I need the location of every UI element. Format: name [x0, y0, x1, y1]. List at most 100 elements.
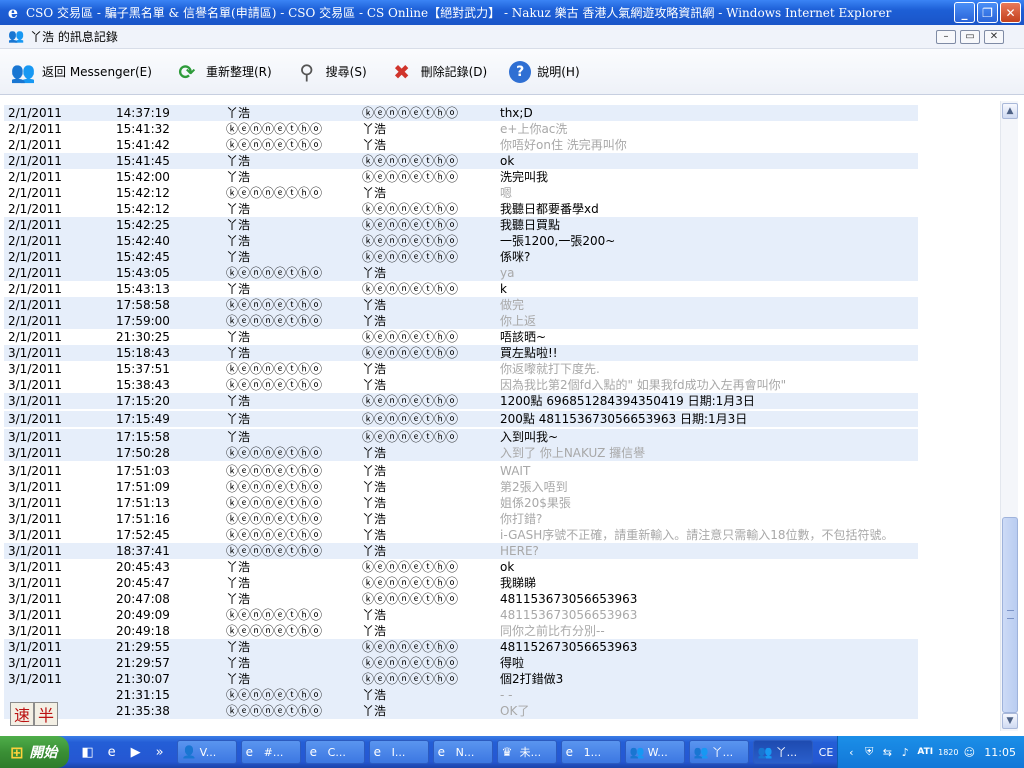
log-recipient: ⓚⓔⓝⓝⓔⓣⓗⓞ — [362, 234, 459, 248]
log-sender: ⓚⓔⓝⓝⓔⓣⓗⓞ — [226, 608, 323, 622]
network-icon[interactable]: ⇆ — [880, 745, 894, 759]
taskbar-item[interactable]: 👥 丫... — [688, 740, 749, 764]
log-time: 15:41:42 — [116, 138, 170, 152]
log-time: 15:42:12 — [116, 202, 170, 216]
restore-button[interactable]: ❐ — [977, 2, 998, 23]
log-sender: 丫浩 — [226, 412, 251, 426]
ie-icon: e — [309, 745, 318, 759]
taskbar-item-label: 丫... — [711, 746, 734, 759]
messenger-tray-icon[interactable]: ☺ — [962, 745, 976, 759]
minimize-button[interactable]: _ — [954, 2, 975, 23]
log-row: 2/1/2011 15:43:05 ⓚⓔⓝⓝⓔⓣⓗⓞ 丫浩 ya — [4, 265, 918, 281]
toolbar: 👥 返回 Messenger(E) ⟳ 重新整理(R) ⚲ 搜尋(S) ✖ 刪除… — [0, 49, 1024, 95]
chevron-left-icon[interactable]: ‹ — [844, 745, 858, 759]
taskbar-item[interactable]: e I... — [368, 740, 429, 764]
start-button[interactable]: ⊞ 開始 — [0, 736, 69, 768]
log-message: i-GASH序號不正確，請重新輸入。請注意只需輸入18位數，不包括符號。 — [500, 528, 894, 542]
log-row: 3/1/2011 20:47:08 丫浩 ⓚⓔⓝⓝⓔⓣⓗⓞ 48115367305665… — [4, 591, 918, 607]
log-date: 3/1/2011 — [8, 672, 62, 686]
taskbar-item[interactable]: ♛ 未... — [496, 740, 557, 764]
ie-icon[interactable]: e — [103, 743, 121, 761]
ati-icon[interactable]: ATI — [916, 745, 934, 759]
media-player-icon[interactable]: ▶ — [127, 743, 145, 761]
log-message: ok — [500, 154, 515, 168]
game-icon: ♛ — [501, 745, 513, 759]
language-indicator[interactable]: CE — [819, 746, 834, 759]
log-message: 買左點啦!! — [500, 346, 558, 360]
log-sender: 丫浩 — [226, 430, 251, 444]
show-desktop-icon[interactable]: ◧ — [79, 743, 97, 761]
log-recipient: ⓚⓔⓝⓝⓔⓣⓗⓞ — [362, 202, 459, 216]
user-icon: 👤 — [181, 745, 197, 759]
log-sender: ⓚⓔⓝⓝⓔⓣⓗⓞ — [226, 688, 323, 702]
log-time: 15:41:45 — [116, 154, 170, 168]
log-scrollbar[interactable]: ▲ ▼ — [1000, 101, 1018, 731]
log-recipient: 丫浩 — [362, 528, 387, 542]
log-sender: 丫浩 — [226, 394, 251, 408]
log-message: 一張1200,一張200~ — [500, 234, 616, 248]
log-date: 2/1/2011 — [8, 250, 62, 264]
log-time: 17:52:45 — [116, 528, 170, 542]
log-recipient: ⓚⓔⓝⓝⓔⓣⓗⓞ — [362, 346, 459, 360]
log-recipient: 丫浩 — [362, 362, 387, 376]
log-message: - - — [500, 688, 513, 702]
log-time: 20:49:09 — [116, 608, 170, 622]
log-recipient: ⓚⓔⓝⓝⓔⓣⓗⓞ — [362, 106, 459, 120]
window-titlebar: e CSO 交易區 - 騙子黑名單 & 信譽名單(申請區) - CSO 交易區 … — [0, 0, 1024, 25]
help-button[interactable]: ? 說明(H) — [507, 55, 581, 89]
log-date: 3/1/2011 — [8, 496, 62, 510]
help-label: 說明(H) — [537, 65, 580, 79]
clock[interactable]: 11:05 — [984, 746, 1016, 759]
resolution-badge[interactable]: 1820 — [938, 745, 958, 759]
search-button[interactable]: ⚲ 搜尋(S) — [292, 55, 369, 89]
taskbar-item[interactable]: 👥 丫... — [752, 740, 813, 764]
ie-icon: e — [245, 745, 254, 759]
log-row: 3/1/2011 20:45:47 丫浩 ⓚⓔⓝⓝⓔⓣⓗⓞ 我睇睇 — [4, 575, 918, 591]
taskbar-item[interactable]: 👥 W... — [624, 740, 685, 764]
taskbar-item[interactable]: e 1... — [560, 740, 621, 764]
dialog-close-button[interactable]: ✕ — [984, 29, 1004, 44]
taskbar-item[interactable]: e C... — [304, 740, 365, 764]
log-row: 3/1/2011 17:51:13 ⓚⓔⓝⓝⓔⓣⓗⓞ 丫浩 姐係20$果張 — [4, 495, 918, 511]
close-button[interactable]: ✕ — [1000, 2, 1021, 23]
security-icon[interactable]: ⛨ — [862, 745, 876, 759]
ime-speed-button[interactable]: 速 — [10, 702, 34, 726]
delete-history-button[interactable]: ✖ 刪除記錄(D) — [387, 55, 490, 89]
ime-halfwidth-button[interactable]: 半 — [34, 702, 58, 726]
taskbar-item-label: #... — [263, 745, 284, 759]
log-recipient: 丫浩 — [362, 266, 387, 280]
log-time: 15:43:05 — [116, 266, 170, 280]
log-date: 2/1/2011 — [8, 106, 62, 120]
log-row: 2/1/2011 15:42:12 丫浩 ⓚⓔⓝⓝⓔⓣⓗⓞ 我聽日都要番學xd — [4, 201, 918, 217]
log-time: 17:51:03 — [116, 464, 170, 478]
message-log[interactable]: 2/1/2011 14:37:19 丫浩 ⓚⓔⓝⓝⓔⓣⓗⓞ thx;D 2/1/2011 1… — [0, 95, 1000, 733]
chevron-right-icon[interactable]: » — [151, 743, 169, 761]
log-time: 21:30:07 — [116, 672, 170, 686]
log-date: 3/1/2011 — [8, 512, 62, 526]
log-time: 17:59:00 — [116, 314, 170, 328]
log-date: 3/1/2011 — [8, 576, 62, 590]
refresh-button[interactable]: ⟳ 重新整理(R) — [172, 55, 274, 89]
log-message: 481152673056653963 — [500, 640, 638, 654]
taskbar-item[interactable]: 👤 V... — [176, 740, 237, 764]
log-message: ok — [500, 560, 515, 574]
scroll-thumb[interactable] — [1002, 517, 1018, 713]
taskbar: ⊞ 開始 ◧ e ▶ » 👤 V... e #... e C... e I... e N... ♛ 未… — [0, 736, 1024, 768]
scroll-up-button[interactable]: ▲ — [1002, 103, 1018, 119]
log-row: 3/1/2011 17:52:45 ⓚⓔⓝⓝⓔⓣⓗⓞ 丫浩 i-GASH序號不正確，請重… — [4, 527, 918, 543]
log-recipient: 丫浩 — [362, 314, 387, 328]
back-messenger-button[interactable]: 👥 返回 Messenger(E) — [8, 55, 154, 89]
dialog-minimize-button[interactable]: – — [936, 29, 956, 44]
log-time: 15:42:12 — [116, 186, 170, 200]
log-row: 2/1/2011 15:42:45 丫浩 ⓚⓔⓝⓝⓔⓣⓗⓞ 係咪? — [4, 249, 918, 265]
dialog-restore-button[interactable]: ▭ — [960, 29, 980, 44]
scroll-down-button[interactable]: ▼ — [1002, 713, 1018, 729]
log-recipient: 丫浩 — [362, 446, 387, 460]
log-date: 3/1/2011 — [8, 412, 62, 426]
taskbar-item[interactable]: e #... — [240, 740, 301, 764]
log-recipient: ⓚⓔⓝⓝⓔⓣⓗⓞ — [362, 656, 459, 670]
volume-icon[interactable]: ♪ — [898, 745, 912, 759]
taskbar-item[interactable]: e N... — [432, 740, 493, 764]
log-sender: 丫浩 — [226, 202, 251, 216]
log-sender: 丫浩 — [226, 250, 251, 264]
